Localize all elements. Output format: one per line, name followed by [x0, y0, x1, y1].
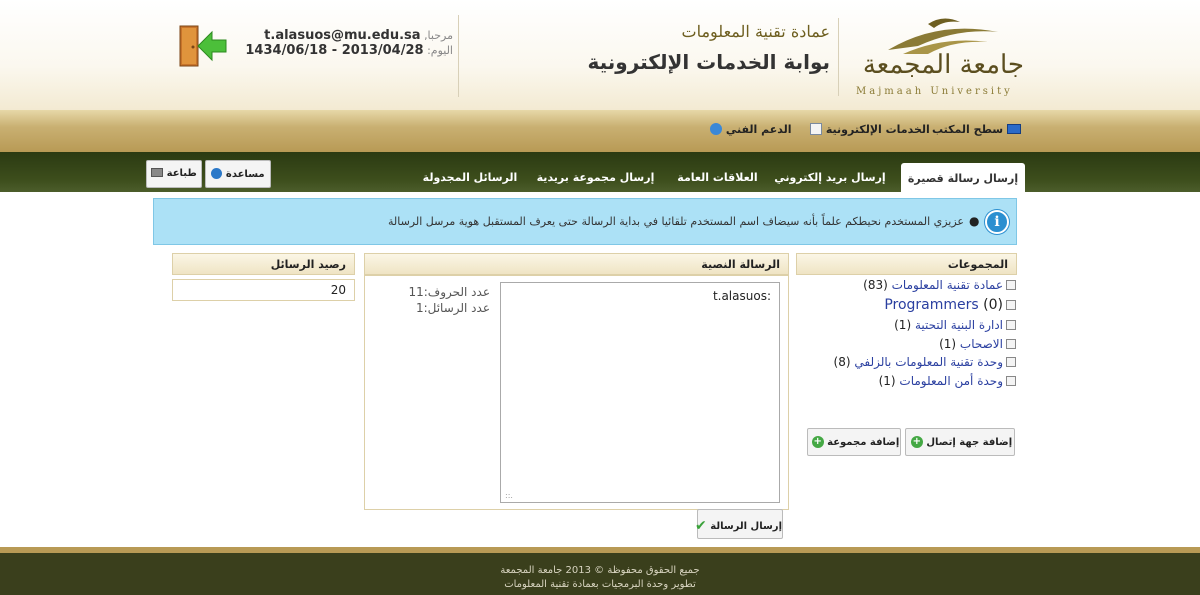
info-notice: عزيزي المستخدم نحيطكم علماً بأنه سيضاف ا…: [153, 198, 1017, 245]
header-divider: [838, 18, 839, 96]
msgs-value: 1: [415, 301, 424, 315]
group-item[interactable]: وحدة أمن المعلومات (1): [879, 374, 1016, 388]
groups-header: المجموعات: [796, 253, 1017, 275]
university-name-en: Majmaah University: [856, 86, 1013, 97]
group-item[interactable]: عمادة تقنية المعلومات (83): [863, 278, 1016, 292]
info-message: عزيزي المستخدم نحيطكم علماً بأنه سيضاف ا…: [387, 215, 964, 228]
help-icon: [710, 123, 722, 135]
developer-credit: تطوير وحدة البرمجيات بعمادة تقنية المعلو…: [504, 579, 696, 590]
nav-support[interactable]: الدعم الفني: [710, 123, 792, 136]
help-button[interactable]: مساعدة: [205, 160, 271, 188]
department-name: عمادة تقنية المعلومات: [681, 22, 831, 41]
checkmark-icon: ✔: [695, 518, 707, 534]
header-divider: [458, 15, 459, 97]
university-logo[interactable]: جامعة المجمعة Majmaah University: [848, 10, 1028, 102]
bullet: ●: [969, 214, 980, 228]
add-contact-button[interactable]: إضافة جهة إتصال +: [905, 428, 1015, 456]
date-label: اليوم:: [427, 44, 453, 57]
portal-title: بوابة الخدمات الإلكترونية: [587, 50, 830, 74]
tab-mail-group[interactable]: إرسال مجموعة بريدية: [528, 162, 663, 192]
add-group-button[interactable]: إضافة مجموعة +: [807, 428, 901, 456]
form-icon: [810, 123, 822, 135]
chars-value: 11: [408, 285, 424, 299]
info-icon: i: [985, 210, 1009, 234]
nav-desktop[interactable]: سطح المكتب: [932, 123, 1021, 136]
date-value: 2013/04/28 - 1434/06/18: [245, 43, 424, 58]
group-checkbox[interactable]: [1006, 357, 1016, 367]
message-counters: عدد الحروف:11 عدد الرسائل:1: [370, 284, 490, 316]
group-checkbox[interactable]: [1006, 320, 1016, 330]
copyright-text: جميع الحقوق محفوظة © 2013 جامعة المجمعة: [500, 565, 700, 576]
resize-grip-icon[interactable]: ::.: [505, 491, 513, 500]
add-icon: +: [910, 436, 923, 448]
tab-send-sms[interactable]: إرسال رسالة قصيرة: [901, 163, 1025, 193]
message-text: t.alasuos:: [712, 289, 771, 303]
chars-label: عدد الحروف:: [423, 285, 490, 299]
balance-header: رصيد الرسائل: [172, 253, 355, 275]
printer-icon: [151, 168, 164, 177]
nav-eservices[interactable]: الخدمات الإلكترونية: [810, 123, 930, 136]
message-header: الرسالة النصية: [364, 253, 789, 275]
user-info: مرحبا, t.alasuos@mu.edu.sa اليوم: 2013/0…: [238, 28, 453, 58]
send-message-button[interactable]: إرسال الرسالة ✔: [695, 509, 783, 539]
group-checkbox[interactable]: [1006, 300, 1016, 310]
university-name-ar: جامعة المجمعة: [862, 50, 1024, 80]
tab-send-email[interactable]: إرسال بريد إلكتروني: [770, 162, 890, 192]
group-checkbox[interactable]: [1006, 280, 1016, 290]
site-header: جامعة المجمعة Majmaah University عمادة ت…: [0, 0, 1200, 110]
group-item[interactable]: Programmers (0): [884, 297, 1016, 313]
group-checkbox[interactable]: [1006, 376, 1016, 386]
print-button[interactable]: طباعة: [146, 160, 202, 188]
welcome-label: مرحبا,: [424, 29, 453, 42]
user-email: t.alasuos@mu.edu.sa: [264, 28, 421, 43]
site-footer: جميع الحقوق محفوظة © 2013 جامعة المجمعة …: [0, 553, 1200, 595]
tab-public-relations[interactable]: العلاقات العامة: [670, 162, 765, 192]
tab-scheduled[interactable]: الرسائل المجدولة: [420, 162, 520, 192]
help-icon: [211, 168, 223, 179]
msgs-label: عدد الرسائل:: [423, 301, 490, 315]
group-item[interactable]: وحدة تقنية المعلومات بالزلفي (8): [834, 355, 1016, 369]
group-checkbox[interactable]: [1006, 339, 1016, 349]
groups-list: عمادة تقنية المعلومات (83) Programmers (…: [800, 278, 1016, 418]
message-textarea[interactable]: t.alasuos: ::.: [500, 282, 780, 503]
group-item[interactable]: ادارة البنية التحتية (1): [894, 318, 1016, 332]
top-navbar: سطح المكتب الخدمات الإلكترونية الدعم الف…: [0, 110, 1200, 152]
balance-value: 20: [172, 279, 355, 301]
logout-door-icon[interactable]: [178, 22, 230, 70]
add-icon: +: [811, 436, 824, 448]
desktop-icon: [1006, 124, 1021, 134]
group-item[interactable]: الاصحاب (1): [939, 337, 1016, 351]
